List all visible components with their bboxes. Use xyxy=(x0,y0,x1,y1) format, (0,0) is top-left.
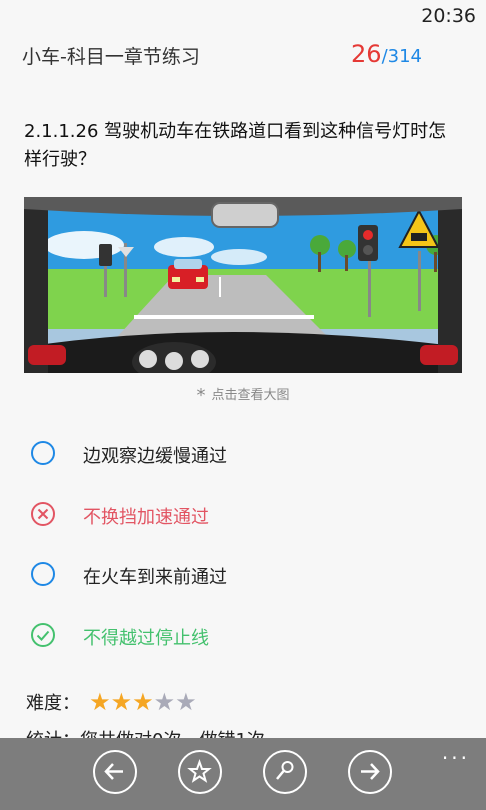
star-filled-icon: ★ xyxy=(89,688,111,716)
option-label: 在火车到来前通过 xyxy=(83,567,227,588)
app-bar: ... xyxy=(0,738,486,810)
radio-circle-icon xyxy=(31,441,55,465)
favorite-button[interactable] xyxy=(178,750,222,794)
difficulty-stars: ★★★★★ xyxy=(89,688,197,716)
status-time: 20:36 xyxy=(421,5,476,27)
star-filled-icon: ★ xyxy=(132,688,154,716)
back-icon xyxy=(104,763,123,780)
option-label: 不换挡加速通过 xyxy=(83,507,209,528)
option-label: 边观察边缓慢通过 xyxy=(83,446,227,467)
clear-button[interactable] xyxy=(263,750,307,794)
previous-button[interactable] xyxy=(93,750,137,794)
page-title: 小车-科目一章节练习 xyxy=(22,46,200,68)
brush-icon xyxy=(276,761,294,780)
zoom-hint-label: 点击查看大图 xyxy=(211,388,290,403)
star-empty-icon: ★ xyxy=(175,688,197,716)
question-progress: 26/314 xyxy=(351,40,422,68)
progress-current: 26 xyxy=(351,40,382,68)
zoom-hint[interactable]: * 点击查看大图 xyxy=(0,384,486,406)
difficulty-rating: 难度： ★★★★★ xyxy=(26,688,197,718)
asterisk-icon: * xyxy=(196,385,206,406)
question-image[interactable] xyxy=(24,197,462,373)
next-button[interactable] xyxy=(348,750,392,794)
radio-circle-icon xyxy=(31,562,55,586)
more-menu-icon[interactable]: ... xyxy=(442,740,470,764)
next-icon xyxy=(361,763,380,780)
star-filled-icon: ★ xyxy=(110,688,133,716)
progress-total: 314 xyxy=(387,46,422,67)
question-text: 2.1.1.26 驾驶机动车在铁路道口看到这种信号灯时怎样行驶？ xyxy=(24,121,447,170)
correct-check-icon xyxy=(31,623,55,647)
option-4[interactable]: 不得越过停止线 xyxy=(30,616,450,656)
option-1[interactable]: 边观察边缓慢通过 xyxy=(30,434,450,474)
wrong-x-icon xyxy=(31,502,55,526)
option-2[interactable]: 不换挡加速通过 xyxy=(30,495,450,535)
option-label: 不得越过停止线 xyxy=(83,628,209,649)
star-icon xyxy=(187,759,212,783)
star-empty-icon: ★ xyxy=(153,688,176,716)
page-header: 小车-科目一章节练习 26/314 xyxy=(22,40,464,74)
option-3[interactable]: 在火车到来前通过 xyxy=(30,555,450,595)
status-bar: 20:36 xyxy=(0,0,486,30)
difficulty-label: 难度： xyxy=(26,693,80,714)
